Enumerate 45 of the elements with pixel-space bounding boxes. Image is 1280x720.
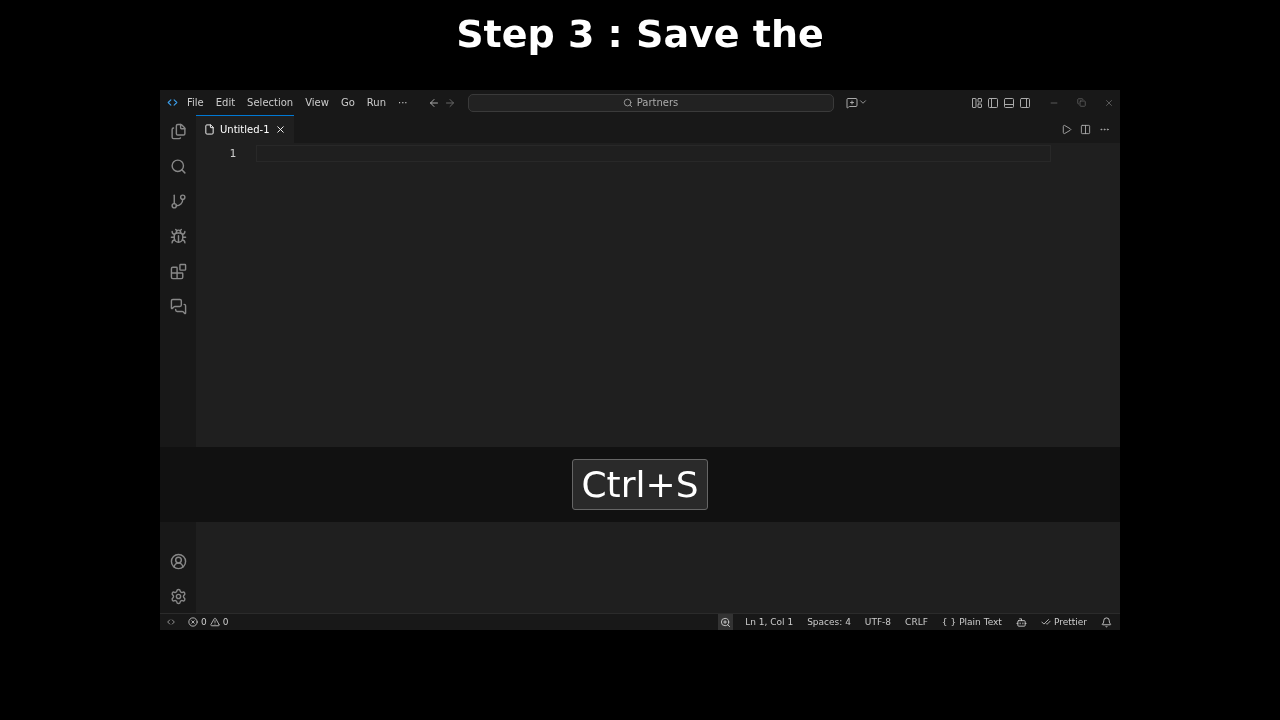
menu-item[interactable]: Edit xyxy=(211,95,240,110)
menu-item[interactable]: Run xyxy=(362,95,390,110)
remote-icon[interactable] xyxy=(166,617,176,627)
files-icon[interactable] xyxy=(169,123,187,140)
settings-icon[interactable] xyxy=(169,588,187,605)
error-icon[interactable] xyxy=(188,617,198,627)
app-logo-icon xyxy=(166,96,179,109)
command-center[interactable]: Partners xyxy=(467,93,834,112)
language-status[interactable]: Plain Text xyxy=(959,617,1002,627)
caption: Step 3 : Save the xyxy=(456,11,824,58)
branch-icon[interactable] xyxy=(169,193,187,210)
panel-toggle-icon[interactable] xyxy=(1003,96,1015,109)
menu-item[interactable]: File xyxy=(183,95,208,110)
double-check-icon[interactable] xyxy=(1040,617,1051,627)
menu-item[interactable]: View xyxy=(301,95,333,110)
warning-icon[interactable] xyxy=(209,617,220,627)
secondary-sidebar-icon[interactable] xyxy=(1019,96,1031,109)
menu-item[interactable]: Selection xyxy=(243,95,298,110)
close-icon[interactable] xyxy=(274,124,286,135)
menu-item[interactable]: ··· xyxy=(394,95,412,110)
keystroke-key: Ctrl+S xyxy=(572,459,708,510)
status-item[interactable]: UTF-8 xyxy=(862,614,894,630)
layout-icon[interactable] xyxy=(971,96,983,109)
line-number: 1 xyxy=(228,146,237,162)
chat-icon[interactable] xyxy=(845,96,868,109)
search-icon[interactable] xyxy=(169,158,187,175)
status-item[interactable]: Ln 1, Col 1 xyxy=(743,614,796,630)
warning-count[interactable]: 0 xyxy=(222,617,229,627)
account-icon[interactable] xyxy=(169,553,187,570)
error-count[interactable]: 0 xyxy=(201,617,207,627)
status-item[interactable]: Spaces: 4 xyxy=(805,614,853,630)
braces-icon[interactable]: { } xyxy=(941,617,957,627)
chat-icon[interactable] xyxy=(169,298,187,315)
status-item[interactable]: CRLF xyxy=(903,614,930,630)
run-debug-icon[interactable] xyxy=(169,228,187,245)
zoom-icon[interactable] xyxy=(718,614,734,630)
bell-icon[interactable] xyxy=(1099,614,1114,630)
extensions-icon[interactable] xyxy=(169,263,187,280)
sidebar-toggle-icon[interactable] xyxy=(987,96,999,109)
file-icon xyxy=(204,124,215,135)
search-icon xyxy=(622,97,633,108)
editor-tab[interactable]: Untitled-1 xyxy=(196,115,294,143)
prettier-status[interactable]: Prettier xyxy=(1053,617,1087,627)
menu-item[interactable]: Go xyxy=(336,95,359,110)
back-icon[interactable] xyxy=(427,96,440,109)
